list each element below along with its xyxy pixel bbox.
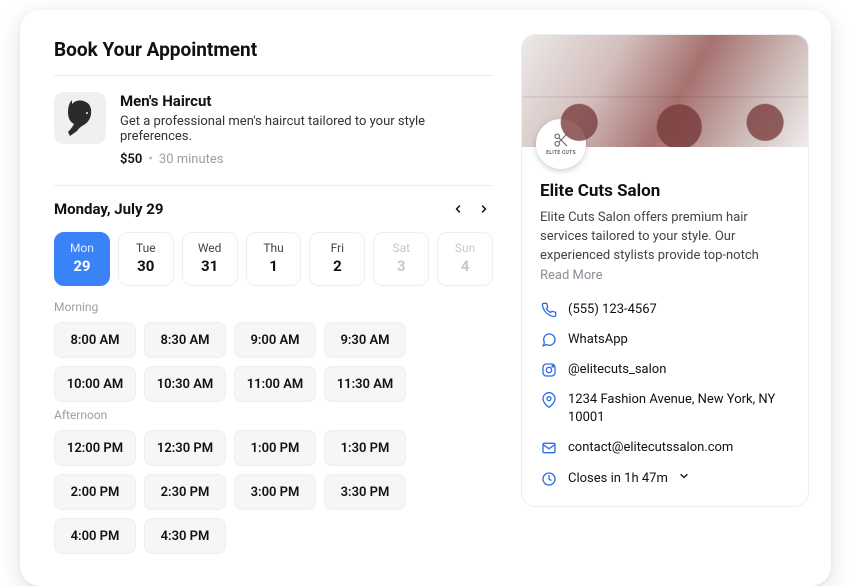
day-number: 31 bbox=[183, 257, 237, 275]
day-option[interactable]: Wed 31 bbox=[182, 232, 238, 286]
time-slot[interactable]: 3:30 PM bbox=[324, 474, 406, 510]
time-slot[interactable]: 8:00 AM bbox=[54, 322, 136, 358]
business-logo: ELITE CUTS bbox=[536, 119, 586, 169]
logo-text: ELITE CUTS bbox=[546, 151, 576, 157]
time-slot[interactable]: 4:30 PM bbox=[144, 518, 226, 554]
service-duration: 30 minutes bbox=[159, 152, 224, 167]
time-slot[interactable]: 1:00 PM bbox=[234, 430, 316, 466]
time-slot[interactable]: 9:00 AM bbox=[234, 322, 316, 358]
day-of-week: Tue bbox=[119, 241, 173, 255]
time-slot[interactable]: 10:00 AM bbox=[54, 366, 136, 402]
booking-card: Book Your Appointment Men's Haircut Get … bbox=[20, 10, 831, 586]
address-value: 1234 Fashion Avenue, New York, NY 10001 bbox=[568, 391, 790, 427]
next-week-button[interactable] bbox=[475, 200, 493, 218]
clock-icon bbox=[540, 470, 558, 488]
afternoon-slots: 12:00 PM12:30 PM1:00 PM1:30 PM 2:00 PM2:3… bbox=[54, 430, 493, 554]
time-slot[interactable]: 12:00 PM bbox=[54, 430, 136, 466]
day-of-week: Thu bbox=[247, 241, 301, 255]
service-info: Men's Haircut Get a professional men's h… bbox=[120, 92, 493, 167]
business-description: Elite Cuts Salon offers premium hair ser… bbox=[540, 209, 790, 266]
time-slot[interactable]: 2:00 PM bbox=[54, 474, 136, 510]
email-value: contact@elitecutssalon.com bbox=[568, 439, 733, 457]
instagram-icon bbox=[540, 361, 558, 379]
day-of-week: Wed bbox=[183, 241, 237, 255]
day-of-week: Mon bbox=[55, 241, 109, 255]
day-of-week: Sun bbox=[438, 241, 492, 255]
time-slot[interactable]: 1:30 PM bbox=[324, 430, 406, 466]
time-slot[interactable]: 9:30 AM bbox=[324, 322, 406, 358]
time-slot[interactable]: 12:30 PM bbox=[144, 430, 226, 466]
day-number: 29 bbox=[55, 257, 109, 275]
day-number: 3 bbox=[374, 257, 428, 275]
day-option: Sun 4 bbox=[437, 232, 493, 286]
phone-row[interactable]: (555) 123-4567 bbox=[540, 301, 790, 319]
prev-week-button[interactable] bbox=[449, 200, 467, 218]
instagram-value: @elitecuts_salon bbox=[568, 361, 666, 379]
time-slot[interactable]: 11:30 AM bbox=[324, 366, 406, 402]
email-row[interactable]: contact@elitecutssalon.com bbox=[540, 439, 790, 457]
whatsapp-icon bbox=[540, 331, 558, 349]
divider bbox=[54, 75, 493, 76]
week-nav bbox=[449, 200, 493, 218]
day-number: 30 bbox=[119, 257, 173, 275]
time-slot[interactable]: 8:30 AM bbox=[144, 322, 226, 358]
time-slot[interactable]: 10:30 AM bbox=[144, 366, 226, 402]
divider bbox=[54, 185, 493, 186]
business-panel: ELITE CUTS Elite Cuts Salon Elite Cuts S… bbox=[521, 10, 831, 586]
day-option[interactable]: Fri 2 bbox=[309, 232, 365, 286]
day-option[interactable]: Mon 29 bbox=[54, 232, 110, 286]
whatsapp-value: WhatsApp bbox=[568, 331, 628, 349]
scissors-icon bbox=[552, 131, 570, 149]
chevron-left-icon bbox=[452, 203, 464, 215]
afternoon-label: Afternoon bbox=[54, 408, 493, 422]
date-header: Monday, July 29 bbox=[54, 200, 493, 218]
chevron-down-icon bbox=[678, 470, 690, 482]
service-image bbox=[54, 92, 106, 144]
contact-list: (555) 123-4567 WhatsApp @elitecuts_salon bbox=[540, 301, 790, 488]
morning-label: Morning bbox=[54, 300, 493, 314]
time-slot[interactable]: 2:30 PM bbox=[144, 474, 226, 510]
hours-value: Closes in 1h 47m bbox=[568, 470, 668, 488]
service-price: $50 bbox=[120, 152, 142, 167]
service-name: Men's Haircut bbox=[120, 92, 493, 110]
service-meta: $50 • 30 minutes bbox=[120, 152, 493, 167]
time-slot[interactable]: 3:00 PM bbox=[234, 474, 316, 510]
service-description: Get a professional men's haircut tailore… bbox=[120, 114, 493, 144]
day-number: 4 bbox=[438, 257, 492, 275]
day-number: 2 bbox=[310, 257, 364, 275]
meta-separator: • bbox=[148, 152, 153, 167]
morning-slots: 8:00 AM8:30 AM9:00 AM9:30 AM 10:00 AM10:3… bbox=[54, 322, 493, 402]
day-option: Sat 3 bbox=[373, 232, 429, 286]
page-title: Book Your Appointment bbox=[54, 38, 493, 61]
address-row[interactable]: 1234 Fashion Avenue, New York, NY 10001 bbox=[540, 391, 790, 427]
mail-icon bbox=[540, 439, 558, 457]
instagram-row[interactable]: @elitecuts_salon bbox=[540, 361, 790, 379]
hours-row[interactable]: Closes in 1h 47m bbox=[540, 470, 790, 488]
chevron-right-icon bbox=[478, 203, 490, 215]
read-more-link[interactable]: Read More bbox=[540, 268, 790, 283]
day-picker: Mon 29 Tue 30 Wed 31 Thu 1 Fri 2 Sat 3 Sun 4 bbox=[54, 232, 493, 286]
day-of-week: Sat bbox=[374, 241, 428, 255]
selected-date-label: Monday, July 29 bbox=[54, 200, 164, 218]
phone-icon bbox=[540, 301, 558, 319]
day-option[interactable]: Thu 1 bbox=[246, 232, 302, 286]
booking-left-panel: Book Your Appointment Men's Haircut Get … bbox=[20, 10, 521, 586]
day-number: 1 bbox=[247, 257, 301, 275]
map-pin-icon bbox=[540, 391, 558, 409]
phone-value: (555) 123-4567 bbox=[568, 301, 657, 319]
time-slot[interactable]: 11:00 AM bbox=[234, 366, 316, 402]
business-body: Elite Cuts Salon Elite Cuts Salon offers… bbox=[522, 147, 808, 506]
day-of-week: Fri bbox=[310, 241, 364, 255]
business-card: ELITE CUTS Elite Cuts Salon Elite Cuts S… bbox=[521, 34, 809, 507]
service-summary: Men's Haircut Get a professional men's h… bbox=[54, 92, 493, 167]
whatsapp-row[interactable]: WhatsApp bbox=[540, 331, 790, 349]
day-option[interactable]: Tue 30 bbox=[118, 232, 174, 286]
business-name: Elite Cuts Salon bbox=[540, 181, 790, 201]
cover-image: ELITE CUTS bbox=[522, 35, 808, 147]
time-slot[interactable]: 4:00 PM bbox=[54, 518, 136, 554]
